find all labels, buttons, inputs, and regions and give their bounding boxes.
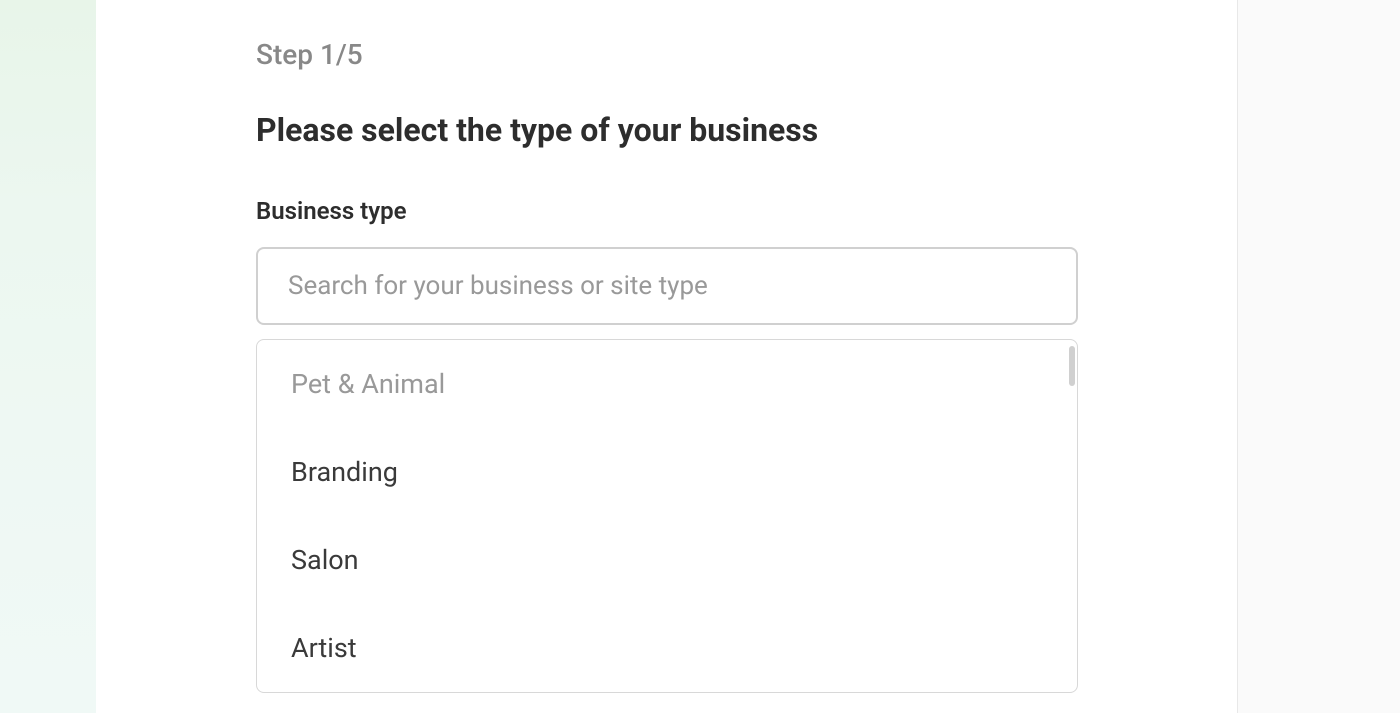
scrollbar-thumb[interactable] bbox=[1069, 346, 1075, 386]
dropdown-option-artist[interactable]: Artist bbox=[257, 604, 1077, 692]
dropdown-option-salon[interactable]: Salon bbox=[257, 516, 1077, 604]
right-side-area bbox=[1238, 0, 1400, 713]
step-indicator: Step 1/5 bbox=[256, 38, 1077, 71]
dropdown-option-pet-animal[interactable]: Pet & Animal bbox=[257, 340, 1077, 428]
form-container: Step 1/5 Please select the type of your … bbox=[96, 0, 1237, 693]
content-panel: Step 1/5 Please select the type of your … bbox=[96, 0, 1238, 713]
business-type-search-input[interactable] bbox=[256, 247, 1078, 325]
business-type-dropdown: Pet & Animal Branding Salon Artist bbox=[256, 339, 1078, 693]
page-title: Please select the type of your business bbox=[256, 111, 1077, 149]
business-type-label: Business type bbox=[256, 197, 1077, 225]
dropdown-option-branding[interactable]: Branding bbox=[257, 428, 1077, 516]
left-gradient-background bbox=[0, 0, 96, 713]
